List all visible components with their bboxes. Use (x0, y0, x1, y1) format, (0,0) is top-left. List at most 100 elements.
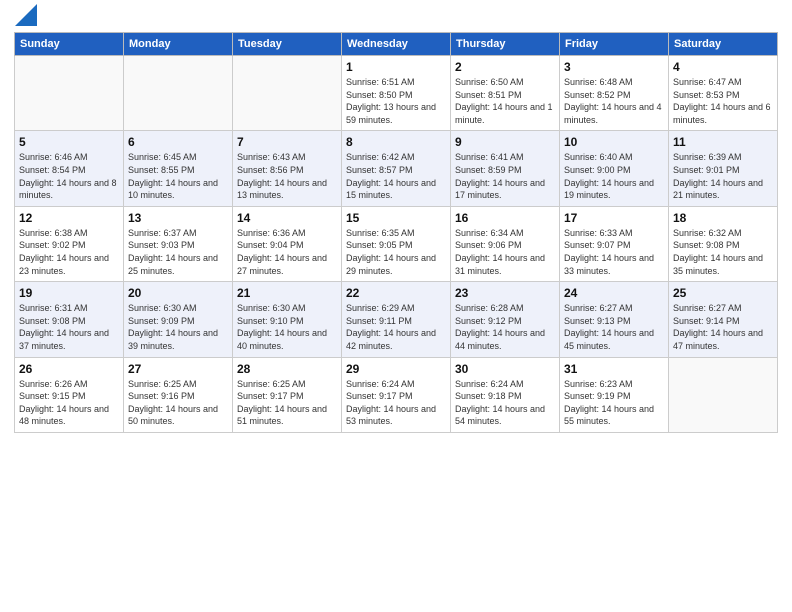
calendar-cell (15, 56, 124, 131)
cell-info: Sunrise: 6:27 AMSunset: 9:14 PMDaylight:… (673, 302, 773, 352)
calendar-cell: 4 Sunrise: 6:47 AMSunset: 8:53 PMDaylight… (669, 56, 778, 131)
cell-date: 18 (673, 211, 773, 225)
calendar-cell: 13Sunrise: 6:37 AMSunset: 9:03 PMDayligh… (124, 206, 233, 281)
cell-info: Sunrise: 6:40 AMSunset: 9:00 PMDaylight:… (564, 151, 664, 201)
logo (14, 10, 37, 26)
cell-info: Sunrise: 6:36 AMSunset: 9:04 PMDaylight:… (237, 227, 337, 277)
cell-info: Sunrise: 6:51 AMSunset: 8:50 PMDaylight:… (346, 76, 446, 126)
cell-info: Sunrise: 6:39 AMSunset: 9:01 PMDaylight:… (673, 151, 773, 201)
cell-date: 28 (237, 362, 337, 376)
weekday-header-saturday: Saturday (669, 33, 778, 56)
cell-date: 31 (564, 362, 664, 376)
cell-date: 10 (564, 135, 664, 149)
cell-date: 1 (346, 60, 446, 74)
cell-date: 24 (564, 286, 664, 300)
cell-info: Sunrise: 6:30 AMSunset: 9:10 PMDaylight:… (237, 302, 337, 352)
cell-date: 27 (128, 362, 228, 376)
cell-info: Sunrise: 6:24 AMSunset: 9:18 PMDaylight:… (455, 378, 555, 428)
calendar-cell: 18 Sunrise: 6:32 AMSunset: 9:08 PMDayligh… (669, 206, 778, 281)
logo-icon (15, 4, 37, 26)
cell-info: Sunrise: 6:32 AMSunset: 9:08 PMDaylight:… (673, 227, 773, 277)
calendar-cell: 5 Sunrise: 6:46 AMSunset: 8:54 PMDaylight… (15, 131, 124, 206)
header (14, 10, 778, 26)
calendar-week-2: 5 Sunrise: 6:46 AMSunset: 8:54 PMDaylight… (15, 131, 778, 206)
cell-date: 3 (564, 60, 664, 74)
cell-date: 17 (564, 211, 664, 225)
calendar-cell (669, 357, 778, 432)
calendar-cell: 20 Sunrise: 6:30 AMSunset: 9:09 PMDayligh… (124, 282, 233, 357)
calendar-cell: 28 Sunrise: 6:25 AMSunset: 9:17 PMDayligh… (233, 357, 342, 432)
cell-info: Sunrise: 6:27 AMSunset: 9:13 PMDaylight:… (564, 302, 664, 352)
calendar-cell: 7Sunrise: 6:43 AMSunset: 8:56 PMDaylight… (233, 131, 342, 206)
cell-date: 19 (19, 286, 119, 300)
cell-date: 6 (128, 135, 228, 149)
cell-info: Sunrise: 6:47 AMSunset: 8:53 PMDaylight:… (673, 76, 773, 126)
cell-date: 2 (455, 60, 555, 74)
calendar-cell: 8Sunrise: 6:42 AMSunset: 8:57 PMDaylight… (342, 131, 451, 206)
weekday-header-wednesday: Wednesday (342, 33, 451, 56)
calendar-header-row: SundayMondayTuesdayWednesdayThursdayFrid… (15, 33, 778, 56)
cell-info: Sunrise: 6:23 AMSunset: 9:19 PMDaylight:… (564, 378, 664, 428)
cell-info: Sunrise: 6:28 AMSunset: 9:12 PMDaylight:… (455, 302, 555, 352)
cell-date: 11 (673, 135, 773, 149)
cell-date: 30 (455, 362, 555, 376)
weekday-header-sunday: Sunday (15, 33, 124, 56)
calendar-cell: 11 Sunrise: 6:39 AMSunset: 9:01 PMDayligh… (669, 131, 778, 206)
calendar-cell: 15Sunrise: 6:35 AMSunset: 9:05 PMDayligh… (342, 206, 451, 281)
cell-date: 4 (673, 60, 773, 74)
calendar-cell: 23 Sunrise: 6:28 AMSunset: 9:12 PMDayligh… (451, 282, 560, 357)
calendar-cell: 9Sunrise: 6:41 AMSunset: 8:59 PMDaylight… (451, 131, 560, 206)
cell-info: Sunrise: 6:29 AMSunset: 9:11 PMDaylight:… (346, 302, 446, 352)
cell-info: Sunrise: 6:31 AMSunset: 9:08 PMDaylight:… (19, 302, 119, 352)
cell-date: 25 (673, 286, 773, 300)
calendar-cell: 17 Sunrise: 6:33 AMSunset: 9:07 PMDayligh… (560, 206, 669, 281)
cell-date: 26 (19, 362, 119, 376)
cell-info: Sunrise: 6:46 AMSunset: 8:54 PMDaylight:… (19, 151, 119, 201)
calendar-cell: 31 Sunrise: 6:23 AMSunset: 9:19 PMDayligh… (560, 357, 669, 432)
calendar-cell: 30 Sunrise: 6:24 AMSunset: 9:18 PMDayligh… (451, 357, 560, 432)
calendar-cell: 10 Sunrise: 6:40 AMSunset: 9:00 PMDayligh… (560, 131, 669, 206)
cell-date: 5 (19, 135, 119, 149)
cell-info: Sunrise: 6:45 AMSunset: 8:55 PMDaylight:… (128, 151, 228, 201)
cell-info: Sunrise: 6:38 AMSunset: 9:02 PMDaylight:… (19, 227, 119, 277)
calendar-cell: 24 Sunrise: 6:27 AMSunset: 9:13 PMDayligh… (560, 282, 669, 357)
calendar-cell: 1 Sunrise: 6:51 AMSunset: 8:50 PMDaylight… (342, 56, 451, 131)
cell-date: 21 (237, 286, 337, 300)
weekday-header-thursday: Thursday (451, 33, 560, 56)
cell-date: 29 (346, 362, 446, 376)
cell-info: Sunrise: 6:25 AMSunset: 9:16 PMDaylight:… (128, 378, 228, 428)
calendar-cell (233, 56, 342, 131)
calendar-cell: 3 Sunrise: 6:48 AMSunset: 8:52 PMDaylight… (560, 56, 669, 131)
calendar-week-3: 12 Sunrise: 6:38 AMSunset: 9:02 PMDayligh… (15, 206, 778, 281)
cell-date: 20 (128, 286, 228, 300)
calendar-cell: 12 Sunrise: 6:38 AMSunset: 9:02 PMDayligh… (15, 206, 124, 281)
calendar-cell: 14 Sunrise: 6:36 AMSunset: 9:04 PMDayligh… (233, 206, 342, 281)
cell-info: Sunrise: 6:24 AMSunset: 9:17 PMDaylight:… (346, 378, 446, 428)
cell-date: 12 (19, 211, 119, 225)
cell-info: Sunrise: 6:26 AMSunset: 9:15 PMDaylight:… (19, 378, 119, 428)
weekday-header-monday: Monday (124, 33, 233, 56)
cell-info: Sunrise: 6:43 AMSunset: 8:56 PMDaylight:… (237, 151, 337, 201)
calendar-cell: 25 Sunrise: 6:27 AMSunset: 9:14 PMDayligh… (669, 282, 778, 357)
calendar-week-1: 1 Sunrise: 6:51 AMSunset: 8:50 PMDaylight… (15, 56, 778, 131)
cell-date: 22 (346, 286, 446, 300)
cell-info: Sunrise: 6:25 AMSunset: 9:17 PMDaylight:… (237, 378, 337, 428)
cell-info: Sunrise: 6:33 AMSunset: 9:07 PMDaylight:… (564, 227, 664, 277)
calendar-cell: 26 Sunrise: 6:26 AMSunset: 9:15 PMDayligh… (15, 357, 124, 432)
cell-date: 23 (455, 286, 555, 300)
calendar-cell: 16 Sunrise: 6:34 AMSunset: 9:06 PMDayligh… (451, 206, 560, 281)
calendar-cell: 2Sunrise: 6:50 AMSunset: 8:51 PMDaylight… (451, 56, 560, 131)
cell-info: Sunrise: 6:34 AMSunset: 9:06 PMDaylight:… (455, 227, 555, 277)
cell-date: 16 (455, 211, 555, 225)
cell-info: Sunrise: 6:48 AMSunset: 8:52 PMDaylight:… (564, 76, 664, 126)
cell-info: Sunrise: 6:42 AMSunset: 8:57 PMDaylight:… (346, 151, 446, 201)
cell-info: Sunrise: 6:41 AMSunset: 8:59 PMDaylight:… (455, 151, 555, 201)
calendar-cell: 6 Sunrise: 6:45 AMSunset: 8:55 PMDaylight… (124, 131, 233, 206)
cell-date: 14 (237, 211, 337, 225)
cell-date: 13 (128, 211, 228, 225)
calendar-cell: 19 Sunrise: 6:31 AMSunset: 9:08 PMDayligh… (15, 282, 124, 357)
cell-date: 15 (346, 211, 446, 225)
weekday-header-tuesday: Tuesday (233, 33, 342, 56)
weekday-header-friday: Friday (560, 33, 669, 56)
cell-info: Sunrise: 6:30 AMSunset: 9:09 PMDaylight:… (128, 302, 228, 352)
